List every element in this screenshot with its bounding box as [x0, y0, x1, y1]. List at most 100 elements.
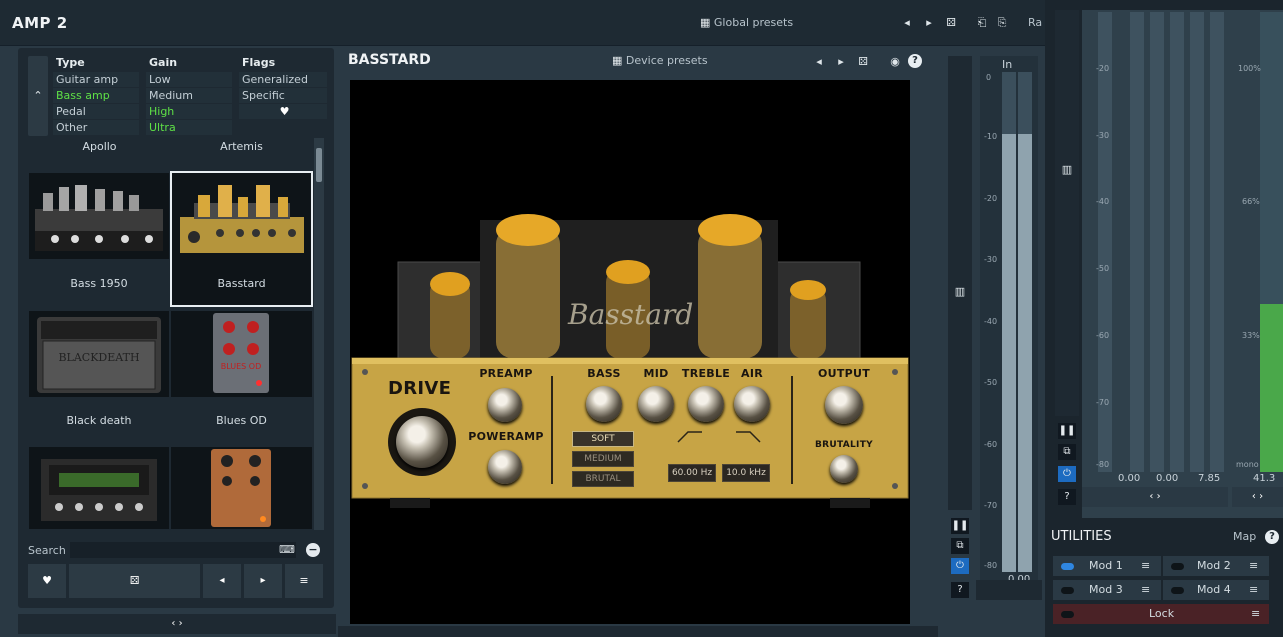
device-header: BASSTARD ▦ Device presets ◂ ▸ ⚄ ◉ ? — [342, 48, 932, 76]
favorite-heart-icon[interactable]: ♥ — [28, 564, 66, 598]
mode-brutal-button[interactable]: BRUTAL — [572, 471, 634, 487]
preamp-knob[interactable] — [488, 388, 522, 422]
brutality-knob[interactable] — [830, 455, 858, 483]
bass-knob[interactable] — [586, 386, 622, 422]
mod-3-menu-icon[interactable]: ≡ — [1141, 580, 1150, 600]
device-next-icon[interactable]: ▸ — [834, 54, 848, 70]
preset-label-basstard: Basstard — [217, 277, 266, 290]
mod-2-menu-icon[interactable]: ≡ — [1249, 556, 1258, 576]
air-label: AIR — [741, 367, 763, 380]
black-death-thumbnail: BLACKDEATH — [37, 317, 161, 393]
filter-type-bass-amp[interactable]: Bass amp — [53, 88, 139, 103]
filter-gain-medium[interactable]: Medium — [146, 88, 232, 103]
filter-gain-high[interactable]: High — [146, 104, 232, 119]
preset-card-5[interactable] — [28, 446, 170, 530]
out-bar-mono — [1260, 12, 1283, 472]
meter-bar-left — [1002, 72, 1016, 572]
mode-soft-button[interactable]: SOFT — [572, 431, 634, 447]
high-cut-frequency[interactable]: 10.0 kHz — [722, 464, 770, 482]
blues-od-thumbnail: BLUES OD — [213, 313, 269, 393]
filter-type-other[interactable]: Other — [53, 120, 139, 135]
filter-type-guitar-amp[interactable]: Guitar amp — [53, 72, 139, 87]
input-gain-slider[interactable]: ▥ — [948, 56, 972, 510]
clear-search-icon[interactable]: − — [306, 543, 320, 557]
out-expand-icon[interactable]: ‹ › — [1082, 487, 1228, 507]
next-preset-icon[interactable]: ▸ — [922, 15, 936, 31]
paste-icon[interactable]: ⎘ — [995, 15, 1009, 31]
air-knob[interactable] — [734, 386, 770, 422]
mod-1-button[interactable]: Mod 1 ≡ — [1053, 556, 1161, 576]
power-icon[interactable]: ⏻ — [951, 558, 969, 574]
out-help-icon[interactable]: ? — [1058, 489, 1076, 505]
low-cut-frequency[interactable]: 60.00 Hz — [668, 464, 716, 482]
browser-expand-icon[interactable]: ‹ › — [18, 614, 336, 634]
search-label: Search — [28, 544, 66, 557]
preset-card-6[interactable] — [170, 446, 313, 530]
device-presets-button[interactable]: ▦ Device presets — [612, 54, 708, 67]
filter-favorite-heart-icon[interactable]: ♥ — [239, 104, 327, 119]
out-power-icon[interactable]: ⏻ — [1058, 466, 1076, 482]
filter-flag-generalized[interactable]: Generalized — [239, 72, 327, 87]
filter-collapse-toggle[interactable]: ⌃ — [28, 56, 48, 136]
filter-gain-low[interactable]: Low — [146, 72, 232, 87]
lock-menu-icon[interactable]: ≡ — [1251, 604, 1260, 624]
snapshot-icon[interactable]: ⧉ — [951, 538, 969, 554]
preset-label-blues-od: Blues OD — [216, 414, 267, 427]
prev-preset-icon[interactable]: ◂ — [900, 15, 914, 31]
global-presets-button[interactable]: ▦ Global presets — [700, 16, 793, 29]
copy-icon[interactable]: ⎗ — [975, 15, 989, 31]
out-pause-icon[interactable]: ❚❚ — [1058, 423, 1076, 439]
treble-knob[interactable] — [688, 386, 724, 422]
random-dice-icon[interactable]: ⚄ — [69, 564, 200, 598]
mode-medium-button[interactable]: MEDIUM — [572, 451, 634, 467]
utilities-help-icon[interactable]: ? — [1265, 530, 1279, 544]
filter-type-pedal[interactable]: Pedal — [53, 104, 139, 119]
filter-flag-specific[interactable]: Specific — [239, 88, 327, 103]
meter-scale-60: -60 — [984, 440, 998, 449]
out-pct-66: 66% — [1242, 197, 1260, 206]
out-snapshot-icon[interactable]: ⧉ — [1058, 444, 1076, 460]
mod-1-menu-icon[interactable]: ≡ — [1141, 556, 1150, 576]
out-scale-20: -20 — [1096, 64, 1110, 73]
poweramp-knob[interactable] — [488, 450, 522, 484]
browser-scrollbar[interactable] — [314, 138, 324, 530]
meter-help-icon[interactable]: ? — [951, 582, 969, 598]
output-knob[interactable] — [825, 386, 863, 424]
global-presets-label: Global presets — [713, 16, 794, 29]
preset-card-black-death[interactable]: BLACKDEATH — [28, 310, 170, 398]
lock-button[interactable]: Lock ≡ — [1053, 604, 1269, 624]
filter-gain-ultra[interactable]: Ultra — [146, 120, 232, 135]
mod-2-button[interactable]: Mod 2 ≡ — [1163, 556, 1269, 576]
preamp-label: PREAMP — [479, 367, 533, 380]
amp-brand-logo: Basstard — [568, 298, 694, 331]
mid-knob[interactable] — [638, 386, 674, 422]
output-meter: -20 -30 -40 -50 -60 -70 -80 100% 66% 33%… — [1082, 10, 1283, 518]
menu-icon[interactable]: ≡ — [285, 564, 323, 598]
mod-4-button[interactable]: Mod 4 ≡ — [1163, 580, 1269, 600]
drive-knob[interactable] — [388, 408, 456, 476]
next-icon[interactable]: ▸ — [244, 564, 282, 598]
map-button[interactable]: Map — [1233, 530, 1256, 543]
keyboard-icon[interactable]: ⌨ — [278, 542, 296, 558]
device-prev-icon[interactable]: ◂ — [812, 54, 826, 70]
poweramp-label: POWERAMP — [468, 430, 544, 443]
help-icon[interactable]: ? — [908, 54, 922, 68]
out-expand-icon-2[interactable]: ‹ › — [1232, 487, 1283, 507]
mono-label: mono — [1236, 460, 1259, 469]
preset-card-bass-1950[interactable] — [28, 172, 170, 260]
output-gain-slider[interactable]: ▥ — [1055, 10, 1079, 416]
device-footer — [338, 626, 938, 637]
mod-1-label: Mod 1 — [1089, 559, 1123, 572]
eye-icon[interactable]: ◉ — [888, 54, 902, 70]
prev-icon[interactable]: ◂ — [203, 564, 241, 598]
mid-label: MID — [643, 367, 669, 380]
pause-icon[interactable]: ❚❚ — [951, 518, 969, 534]
mod-4-menu-icon[interactable]: ≡ — [1249, 580, 1258, 600]
out-bar-2 — [1130, 12, 1144, 472]
device-random-icon[interactable]: ⚄ — [856, 54, 870, 70]
random-preset-icon[interactable]: ⚄ — [944, 15, 958, 31]
preset-card-blues-od[interactable]: BLUES OD — [170, 310, 313, 398]
search-input[interactable] — [70, 542, 296, 558]
browser-scroll-thumb[interactable] — [316, 148, 322, 182]
mod-3-button[interactable]: Mod 3 ≡ — [1053, 580, 1161, 600]
